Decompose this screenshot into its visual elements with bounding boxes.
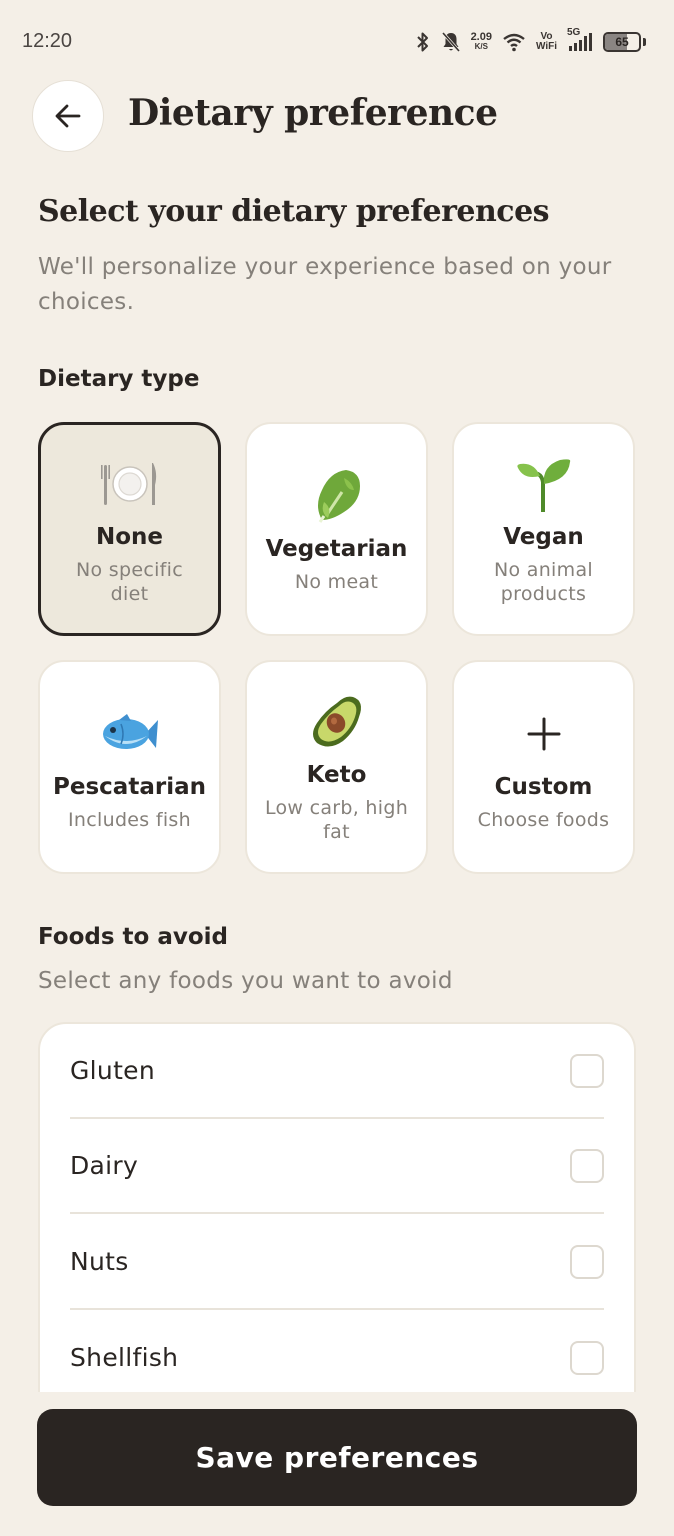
section-title: Select your dietary preferences — [38, 194, 550, 229]
nuts-checkbox[interactable] — [570, 1244, 604, 1279]
diet-desc: No animal products — [494, 559, 593, 605]
leafy-green-icon — [310, 464, 364, 528]
net-speed: 2.09 K/S — [471, 32, 492, 52]
diet-desc: No specific diet — [76, 559, 183, 605]
wifi-text: WiFi — [535, 41, 557, 52]
fish-icon — [101, 702, 159, 766]
net-speed-unit: K/S — [474, 42, 488, 51]
food-row-nuts[interactable]: Nuts — [70, 1215, 604, 1310]
diet-desc: No meat — [294, 571, 379, 593]
network-type: 5G — [567, 27, 581, 38]
mute-bell-icon — [441, 31, 461, 53]
status-icons: 2.09 K/S Vo WiFi 5G 65 — [415, 27, 646, 56]
status-time: 12:20 — [22, 30, 73, 52]
status-bar: 12:20 2.09 K/S Vo WiFi 5G 65 — [0, 0, 674, 84]
food-label: Gluten — [70, 1056, 155, 1085]
gluten-checkbox[interactable] — [570, 1053, 604, 1088]
battery-tip — [643, 38, 646, 46]
diet-desc: Low carb, high fat — [264, 797, 409, 843]
net-speed-value: 2.09 — [470, 31, 492, 43]
dietary-type-grid: None No specific diet Vegetarian No meat… — [38, 422, 636, 874]
food-row-shellfish[interactable]: Shellfish — [70, 1310, 604, 1405]
food-label: Shellfish — [70, 1343, 179, 1372]
diet-name: Vegetarian — [265, 536, 408, 562]
wifi-icon — [502, 32, 526, 52]
back-button[interactable] — [32, 80, 104, 152]
food-label: Dairy — [70, 1151, 139, 1180]
food-row-gluten[interactable]: Gluten — [70, 1024, 604, 1119]
battery-level: 65 — [615, 35, 629, 49]
plus-icon — [527, 702, 561, 766]
diet-name: Keto — [306, 762, 367, 788]
dietary-type-label: Dietary type — [38, 366, 200, 392]
food-row-dairy[interactable]: Dairy — [70, 1119, 604, 1214]
avocado-icon — [309, 690, 365, 754]
diet-option-custom[interactable]: Custom Choose foods — [452, 660, 635, 874]
foods-to-avoid-label: Foods to avoid — [38, 924, 229, 950]
arrow-left-icon — [54, 102, 82, 130]
seedling-icon — [514, 452, 574, 516]
food-label: Nuts — [70, 1247, 129, 1276]
diet-desc: Includes fish — [68, 809, 191, 831]
diet-option-none[interactable]: None No specific diet — [38, 422, 221, 636]
section-subtitle: We'll personalize your experience based … — [38, 254, 612, 315]
diet-option-vegan[interactable]: Vegan No animal products — [452, 422, 635, 636]
plate-cutlery-icon — [100, 452, 160, 516]
save-preferences-button[interactable]: Save preferences — [37, 1409, 637, 1506]
diet-name: Vegan — [503, 524, 584, 550]
vowifi-indicator: Vo WiFi — [536, 32, 557, 52]
diet-option-pescatarian[interactable]: Pescatarian Includes fish — [38, 660, 221, 874]
page-title: Dietary preference — [128, 92, 498, 134]
foods-to-avoid-subtitle: Select any foods you want to avoid — [38, 968, 453, 994]
signal-icon: 5G — [567, 27, 593, 53]
bluetooth-icon — [415, 31, 431, 53]
diet-desc: Choose foods — [477, 809, 610, 831]
diet-name: None — [95, 524, 164, 550]
shellfish-checkbox[interactable] — [570, 1340, 604, 1375]
battery-icon: 65 — [603, 32, 641, 52]
diet-option-vegetarian[interactable]: Vegetarian No meat — [245, 422, 428, 636]
diet-option-keto[interactable]: Keto Low carb, high fat — [245, 660, 428, 874]
dairy-checkbox[interactable] — [570, 1148, 604, 1183]
foods-to-avoid-list: Gluten Dairy Nuts Shellfish — [38, 1022, 636, 1422]
diet-name: Pescatarian — [53, 774, 206, 800]
diet-name: Custom — [494, 774, 593, 800]
